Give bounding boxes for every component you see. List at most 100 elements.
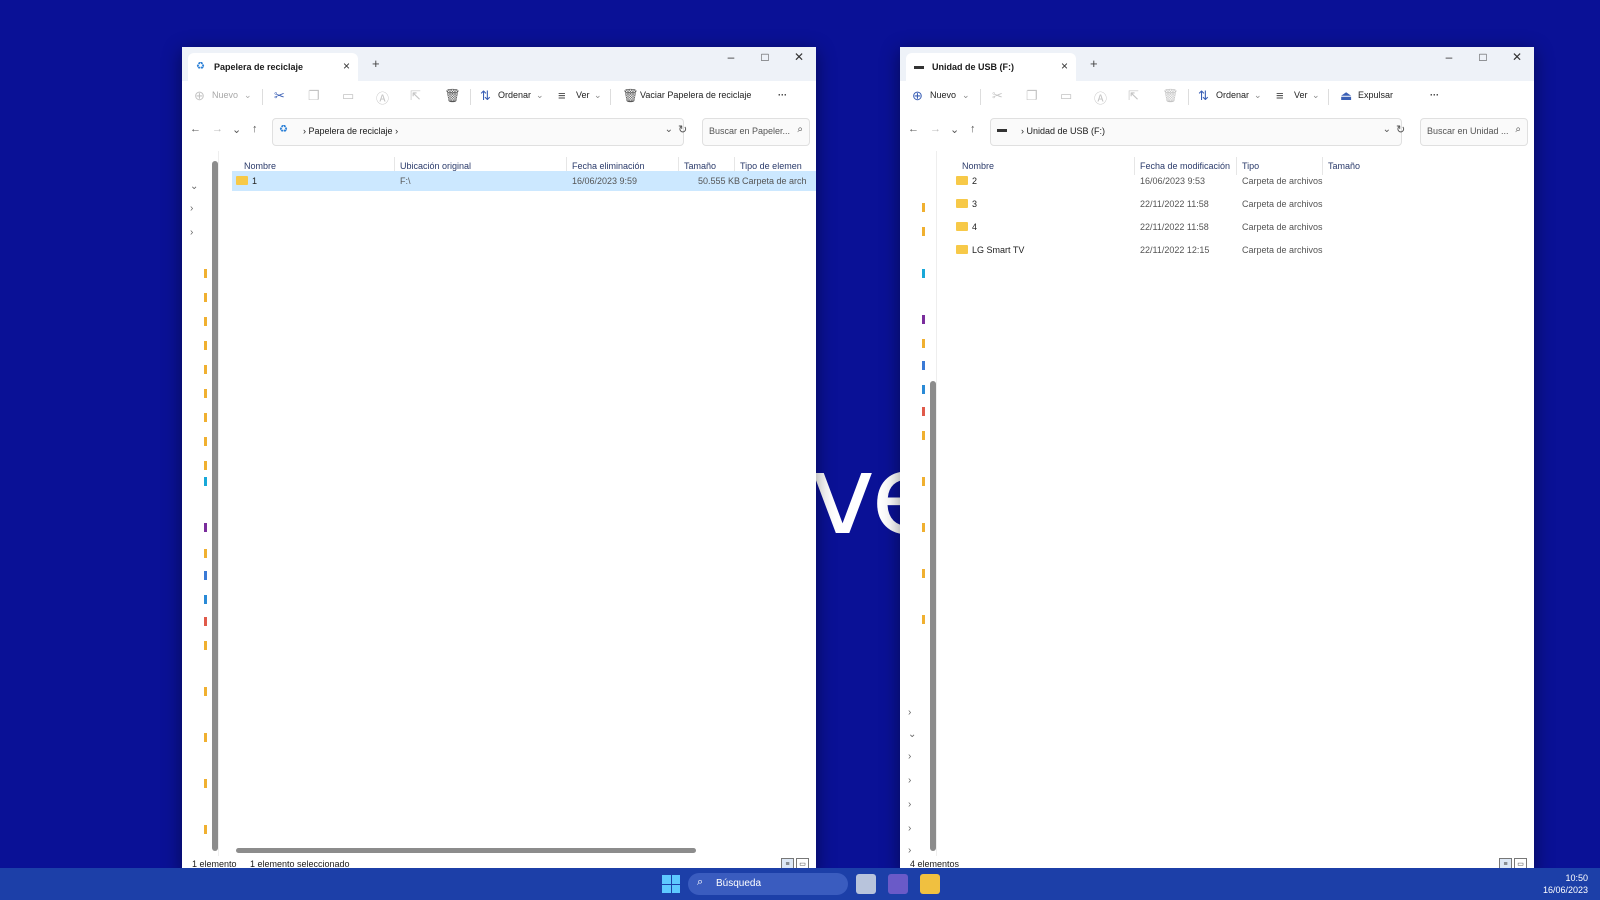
nav-item-icon[interactable] — [204, 413, 207, 422]
new-button[interactable]: Nuevo — [930, 90, 956, 100]
copy-icon[interactable]: ❐ — [308, 88, 320, 104]
column-header-modified-date[interactable]: Fecha de modificación — [1140, 161, 1230, 171]
more-options-button[interactable]: ··· — [1430, 90, 1439, 100]
search-box[interactable]: Buscar en Unidad ... ⌕ — [1420, 118, 1528, 146]
column-header-location[interactable]: Ubicación original — [400, 161, 471, 171]
view-button[interactable]: Ver — [1294, 90, 1308, 100]
paste-icon[interactable]: ▭ — [342, 88, 354, 104]
nav-item-icon[interactable] — [204, 293, 207, 302]
forward-icon[interactable]: → — [212, 123, 223, 135]
nav-item-icon[interactable] — [204, 549, 207, 558]
delete-icon[interactable]: 🗑 — [444, 88, 461, 104]
nav-item-icon[interactable] — [204, 733, 207, 742]
up-icon[interactable]: ↑ — [252, 123, 258, 135]
nav-item-icon[interactable] — [204, 437, 207, 446]
cut-icon[interactable]: ✂ — [274, 88, 285, 104]
view-button[interactable]: Ver — [576, 90, 590, 100]
copy-icon[interactable]: ❐ — [1026, 88, 1038, 104]
nav-item-icon[interactable] — [922, 339, 925, 348]
nav-item-icon[interactable] — [922, 569, 925, 578]
chevron-right-icon[interactable]: › — [908, 751, 911, 762]
minimize-button[interactable]: – — [1439, 50, 1459, 64]
nav-item-icon[interactable] — [204, 595, 207, 604]
nav-item-icon[interactable] — [922, 385, 925, 394]
tab-usb-drive[interactable]: ▬ Unidad de USB (F:) × — [906, 53, 1076, 81]
chevron-right-icon[interactable]: › — [908, 799, 911, 810]
nav-item-icon[interactable] — [922, 523, 925, 532]
table-row[interactable]: 1 F:\ 16/06/2023 9:59 50.555 KB Carpeta … — [232, 171, 816, 191]
column-header-name[interactable]: Nombre — [962, 161, 994, 171]
rename-icon[interactable]: Ⓐ — [376, 88, 389, 107]
nav-item-icon[interactable] — [204, 641, 207, 650]
forward-icon[interactable]: → — [930, 123, 941, 135]
table-row[interactable]: 3 22/11/2022 11:58 Carpeta de archivos — [950, 194, 1534, 214]
address-dropdown-icon[interactable]: ⌄ — [1383, 124, 1391, 135]
nav-scrollbar[interactable] — [212, 161, 218, 851]
nav-item-icon[interactable] — [922, 269, 925, 278]
nav-item-icon[interactable] — [204, 389, 207, 398]
address-bar[interactable]: ♻ › Papelera de reciclaje › ⌄ — [272, 118, 684, 146]
paste-icon[interactable]: ▭ — [1060, 88, 1072, 104]
up-icon[interactable]: ↑ — [970, 123, 976, 135]
tab-recycle-bin[interactable]: ♻ Papelera de reciclaje × — [188, 53, 358, 81]
chevron-right-icon[interactable]: › — [908, 707, 911, 718]
rename-icon[interactable]: Ⓐ — [1094, 88, 1107, 107]
column-header-type[interactable]: Tipo — [1242, 161, 1259, 171]
nav-item-icon[interactable] — [204, 461, 207, 470]
file-explorer-icon[interactable] — [920, 874, 940, 894]
address-bar[interactable]: ▬ › Unidad de USB (F:) ⌄ — [990, 118, 1402, 146]
task-view-icon[interactable] — [856, 874, 876, 894]
column-header-name[interactable]: Nombre — [244, 161, 276, 171]
nav-item-icon[interactable] — [204, 571, 207, 580]
nav-item-icon[interactable] — [922, 361, 925, 370]
chevron-right-icon[interactable]: › — [908, 823, 911, 834]
back-icon[interactable]: ← — [908, 123, 919, 135]
column-header-size[interactable]: Tamaño — [1328, 161, 1360, 171]
search-input[interactable]: Buscar en Papeler... — [709, 126, 790, 136]
nav-item-icon[interactable] — [204, 341, 207, 350]
close-button[interactable]: ✕ — [789, 50, 809, 64]
taskbar-search[interactable]: ⌕ Búsqueda — [688, 873, 848, 895]
sort-button[interactable]: Ordenar — [498, 90, 531, 100]
nav-item-icon[interactable] — [922, 431, 925, 440]
nav-item-icon[interactable] — [204, 779, 207, 788]
close-button[interactable]: ✕ — [1507, 50, 1527, 64]
nav-item-icon[interactable] — [922, 315, 925, 324]
delete-icon[interactable]: 🗑 — [1162, 88, 1179, 104]
nav-item-icon[interactable] — [922, 615, 925, 624]
chevron-right-icon[interactable]: › — [190, 203, 193, 214]
new-tab-icon[interactable]: + — [372, 56, 380, 71]
nav-item-icon[interactable] — [204, 523, 207, 532]
empty-recycle-bin-button[interactable]: Vaciar Papelera de reciclaje — [640, 90, 751, 100]
cut-icon[interactable]: ✂ — [992, 88, 1003, 104]
navigation-pane[interactable]: ⌄ › › — [182, 151, 219, 856]
share-icon[interactable]: ⇱ — [1128, 88, 1139, 104]
column-header-type[interactable]: Tipo de elemen — [740, 161, 802, 171]
start-button[interactable] — [662, 875, 680, 893]
nav-item-icon[interactable] — [204, 687, 207, 696]
nav-item-icon[interactable] — [922, 203, 925, 212]
nav-item-icon[interactable] — [922, 227, 925, 236]
refresh-icon[interactable]: ↻ — [1396, 123, 1405, 136]
search-input[interactable]: Buscar en Unidad ... — [1427, 126, 1509, 136]
nav-scrollbar[interactable] — [930, 381, 936, 851]
table-row[interactable]: 2 16/06/2023 9:53 Carpeta de archivos — [950, 171, 1534, 191]
tab-close-icon[interactable]: × — [343, 59, 350, 73]
chevron-right-icon[interactable]: › — [190, 227, 193, 238]
column-header-size[interactable]: Tamaño — [684, 161, 716, 171]
horizontal-scrollbar[interactable] — [236, 848, 696, 853]
tab-close-icon[interactable]: × — [1061, 59, 1068, 73]
sort-button[interactable]: Ordenar — [1216, 90, 1249, 100]
nav-item-icon[interactable] — [204, 317, 207, 326]
address-dropdown-icon[interactable]: ⌄ — [665, 124, 673, 135]
table-row[interactable]: LG Smart TV 22/11/2022 12:15 Carpeta de … — [950, 240, 1534, 260]
maximize-button[interactable]: □ — [755, 50, 775, 64]
chevron-down-icon[interactable]: ⌄ — [190, 181, 198, 192]
navigation-pane[interactable]: › ⌄ › › › › › › — [900, 151, 937, 872]
eject-button[interactable]: Expulsar — [1358, 90, 1393, 100]
chevron-right-icon[interactable]: › — [908, 775, 911, 786]
refresh-icon[interactable]: ↻ — [678, 123, 687, 136]
share-icon[interactable]: ⇱ — [410, 88, 421, 104]
more-options-button[interactable]: ··· — [778, 90, 787, 100]
maximize-button[interactable]: □ — [1473, 50, 1493, 64]
